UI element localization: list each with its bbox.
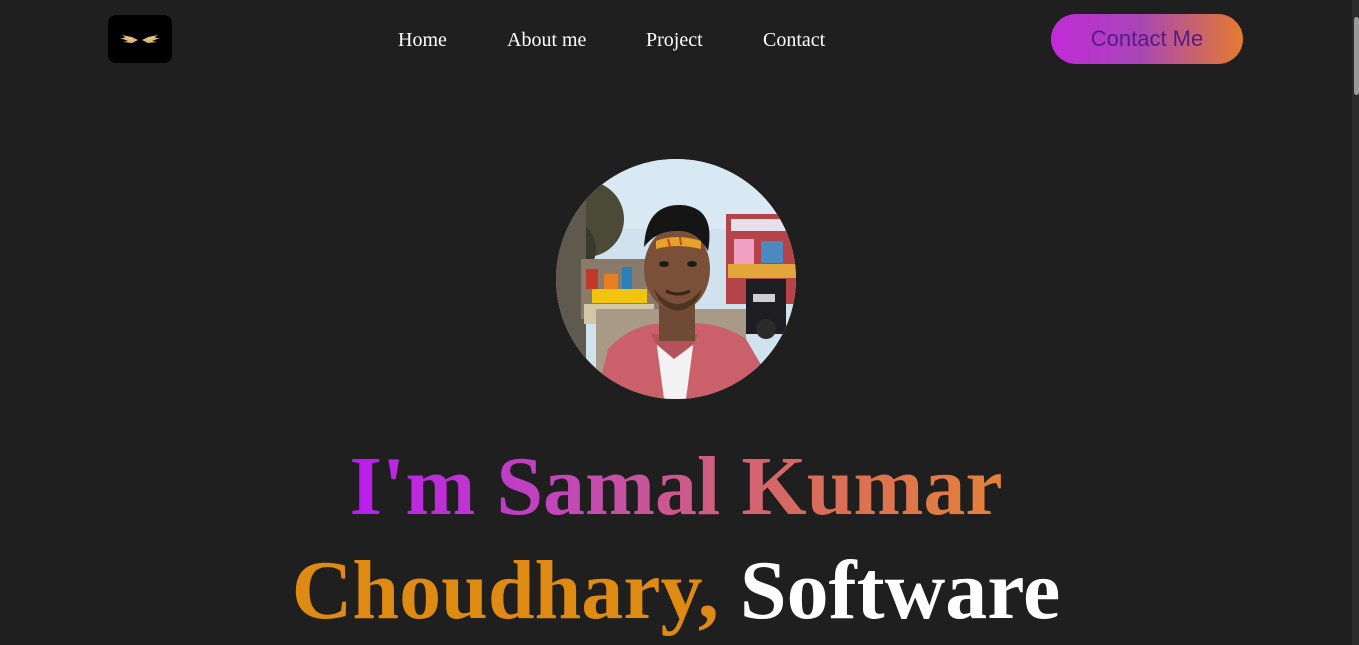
hero-greeting: I'm Samal Kumar	[349, 440, 1003, 533]
hero-role: Software	[739, 544, 1061, 637]
site-logo[interactable]	[108, 15, 172, 63]
contact-me-button[interactable]: Contact Me	[1051, 14, 1243, 64]
scrollbar-thumb[interactable]	[1354, 17, 1359, 95]
wings-logo-icon	[120, 35, 160, 43]
nav-project[interactable]: Project	[646, 26, 703, 54]
hero-heading-line-1: I'm Samal Kumar	[0, 435, 1352, 539]
page-scrollbar[interactable]	[1352, 0, 1359, 645]
profile-photo	[556, 159, 796, 399]
hero-name-end: Choudhary,	[291, 544, 719, 637]
hero-heading-line-2: Choudhary, Software	[0, 539, 1352, 643]
nav-home[interactable]: Home	[398, 26, 447, 54]
nav-about-me[interactable]: About me	[507, 26, 586, 54]
nav-contact[interactable]: Contact	[763, 26, 825, 54]
